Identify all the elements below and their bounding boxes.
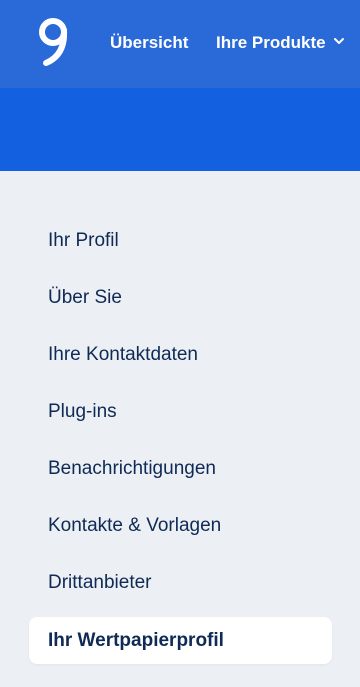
brand-logo-icon[interactable] [36, 14, 80, 70]
settings-menu: Ihr Profil Über Sie Ihre Kontaktdaten Pl… [0, 171, 360, 687]
nav-overview-link[interactable]: Übersicht [110, 33, 188, 53]
header-banner [0, 88, 360, 171]
menu-item-contact-details[interactable]: Ihre Kontaktdaten [48, 344, 198, 366]
chevron-down-icon[interactable] [333, 36, 345, 46]
menu-item-notifications[interactable]: Benachrichtigungen [48, 458, 216, 480]
menu-item-profile[interactable]: Ihr Profil [48, 230, 119, 252]
menu-item-third-parties[interactable]: Drittanbieter [48, 572, 152, 594]
menu-item-securities-profile[interactable]: Ihr Wertpapierprofil [29, 617, 332, 664]
menu-item-about-you[interactable]: Über Sie [48, 287, 122, 309]
menu-item-securities-profile-label: Ihr Wertpapierprofil [48, 630, 224, 651]
top-header: Übersicht Ihre Produkte [0, 0, 360, 88]
menu-item-plugins[interactable]: Plug-ins [48, 401, 117, 423]
nav-products-link[interactable]: Ihre Produkte [216, 33, 326, 53]
menu-item-contacts-templates[interactable]: Kontakte & Vorlagen [48, 515, 221, 537]
